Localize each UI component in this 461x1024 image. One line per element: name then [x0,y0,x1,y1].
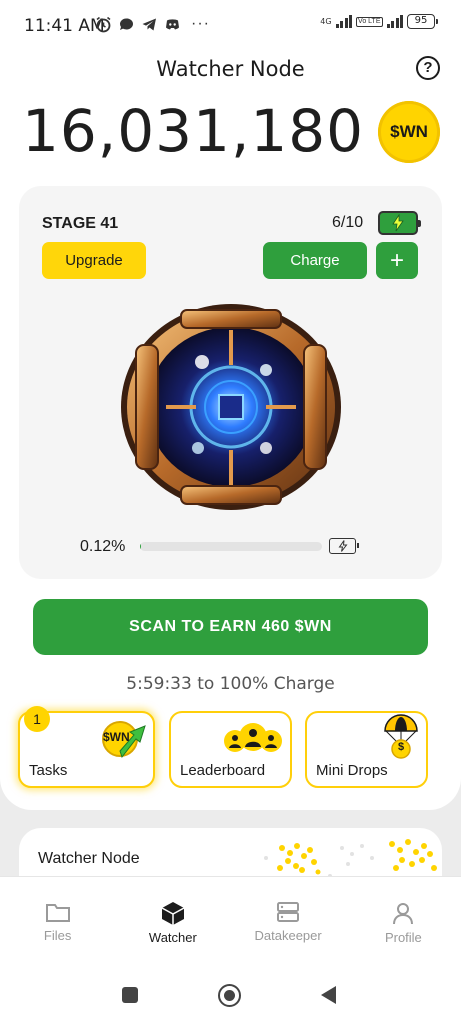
nav-datakeeper-label: Datakeeper [254,928,322,943]
nav-watcher[interactable]: Watcher [115,877,230,960]
back-button[interactable] [321,986,336,1004]
leaderboard-icon [221,721,285,760]
notification-icons: ··· [95,15,210,33]
nav-profile[interactable]: Profile [346,877,461,960]
tasks-count-badge: 1 [24,706,50,732]
nav-datakeeper[interactable]: Datakeeper [231,877,346,960]
more-notifications-icon: ··· [191,15,210,32]
bottom-navigation: Files Watcher Datakeeper Profile [0,876,461,960]
discord-icon [164,16,181,33]
stage-label: STAGE 41 [42,215,119,232]
balance-amount: 16,031,180 [22,97,365,165]
cube-icon [161,902,185,925]
person-icon [393,903,414,925]
battery-empty-icon [329,538,359,554]
watcher-node-orb[interactable] [116,300,346,514]
nav-files[interactable]: Files [0,877,115,960]
charge-progress-bar [140,542,322,551]
coin-label: $WN [390,122,428,141]
nav-profile-label: Profile [384,930,422,945]
chat-bubble-icon [118,16,135,33]
charge-count: 6/10 [332,214,364,231]
network-type: 4G [320,16,332,26]
upgrade-button[interactable]: Upgrade [42,242,146,279]
page-title: Watcher Node [156,57,305,81]
status-bar: 11:41 AM ··· 4G Vo LTE 95 [0,0,461,50]
parachute-drop-icon [383,713,419,764]
home-button[interactable] [218,984,241,1007]
tasks-label: Tasks [29,762,68,779]
recent-apps-button[interactable] [122,987,138,1003]
nav-watcher-label: Watcher [148,930,197,945]
mini-drops-label: Mini Drops [316,762,388,779]
charge-time-remaining: 5:59:33 to 100% Charge [126,674,335,694]
volte-badge: Vo LTE [356,16,383,27]
system-indicators: 4G Vo LTE 95 [320,14,438,29]
system-navigation-bar [0,960,461,1024]
signal-strength-icon-2 [386,15,403,28]
charge-button[interactable]: Charge [263,242,367,279]
charge-progress-label: 0.12% [80,538,126,555]
telegram-icon [141,16,158,33]
map-card-title: Watcher Node [38,850,140,867]
leaderboard-label: Leaderboard [180,762,266,779]
alarm-icon [95,16,112,33]
leaderboard-tile[interactable]: Leaderboard [169,711,292,788]
battery-indicator: 95 [407,14,438,29]
folder-icon [45,904,70,922]
tasks-coin-label: $WN [103,730,130,744]
help-button[interactable]: ? [416,56,440,80]
server-icon [277,902,300,922]
mini-drops-coin-label: $ [398,741,405,753]
nav-files-label: Files [43,928,72,943]
scan-to-earn-button[interactable]: SCAN TO EARN 460 $WN [33,599,428,655]
mini-drops-tile[interactable]: $ Mini Drops [305,711,428,788]
signal-strength-icon [335,15,353,28]
battery-charging-icon [378,211,421,235]
status-time: 11:41 AM [24,16,105,36]
add-charge-button[interactable]: + [376,242,418,279]
wn-coin-icon: $WN [378,101,440,163]
help-icon: ? [423,59,433,76]
